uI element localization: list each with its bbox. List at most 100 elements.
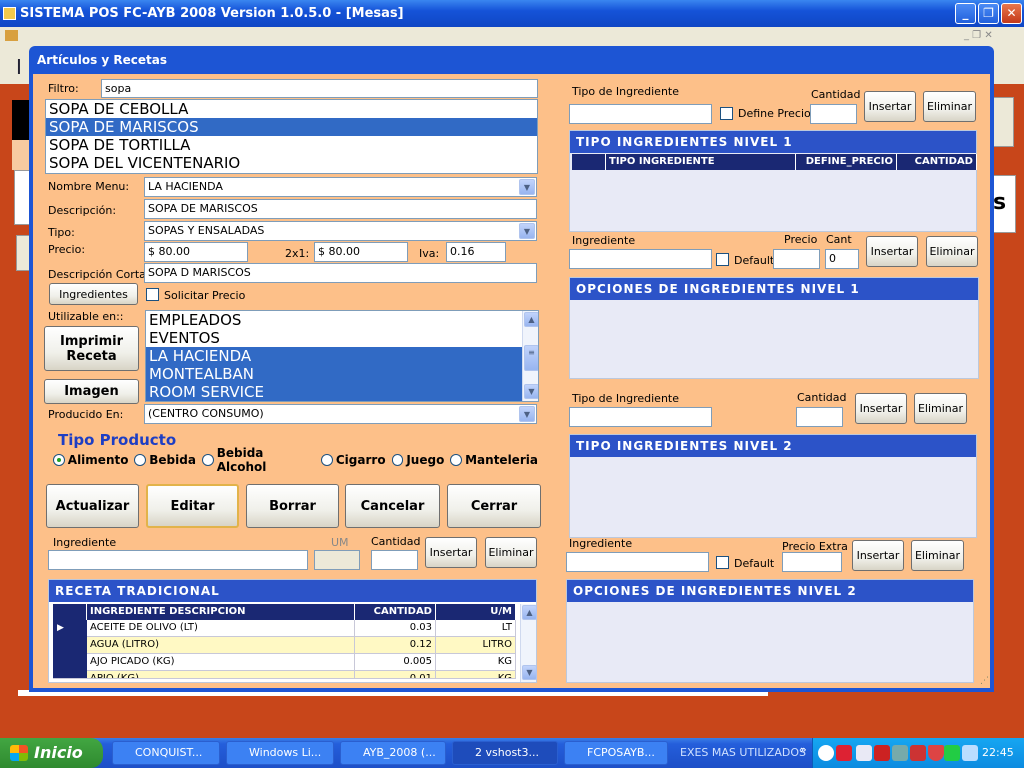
precio-extra-input[interactable] — [782, 552, 842, 572]
list-item[interactable]: SOPA DEL VICENTENARIO — [46, 154, 537, 172]
chevron-down-icon[interactable]: ▼ — [519, 179, 535, 195]
col-header[interactable]: CANTIDAD — [355, 604, 436, 620]
volume-icon[interactable] — [962, 745, 978, 761]
task-vshost[interactable]: 2 vshost3... — [452, 741, 558, 765]
tipo-combo[interactable]: SOPAS Y ENSALADAS ▼ — [144, 221, 537, 241]
monitor-icon[interactable] — [892, 745, 908, 761]
nivel1-insertar-button[interactable]: Insertar — [864, 91, 916, 122]
desc-corta-input[interactable]: SOPA D MARISCOS — [144, 263, 537, 283]
utilizable-list[interactable]: EMPLEADOS EVENTOS LA HACIENDA MONTEALBAN… — [145, 310, 539, 402]
cerrar-button[interactable]: Cerrar — [447, 484, 541, 528]
chevron-down-icon[interactable]: ▼ — [524, 384, 538, 399]
filter-results-list[interactable]: SOPA DE CEBOLLA SOPA DE MARISCOS SOPA DE… — [45, 99, 538, 174]
radio-alimento[interactable] — [53, 454, 65, 466]
cancelar-button[interactable]: Cancelar — [345, 484, 440, 528]
network-icon[interactable] — [856, 745, 872, 761]
receta-insertar-button[interactable]: Insertar — [425, 537, 477, 568]
tipo-ing2-input[interactable] — [569, 407, 712, 427]
radio-bebida[interactable] — [134, 454, 147, 466]
task-windows-live[interactable]: Windows Li... — [226, 741, 334, 765]
list-item[interactable]: SOPA DE MARISCOS — [46, 118, 537, 136]
table-row[interactable]: AGUA (LITRO) 0.12 LITRO — [53, 637, 516, 654]
list-item[interactable]: ROOM SERVICE — [146, 383, 522, 401]
opciones2-insertar-button[interactable]: Insertar — [852, 540, 904, 571]
chevron-down-icon[interactable]: ▼ — [519, 223, 535, 239]
solicitar-precio-checkbox[interactable] — [146, 288, 159, 301]
ingredientes-button[interactable]: Ingredientes — [49, 283, 138, 305]
task-conquist[interactable]: CONQUIST... — [112, 741, 220, 765]
security-icon[interactable] — [874, 745, 890, 761]
tipo-ing1-input[interactable] — [569, 104, 712, 124]
receta-eliminar-button[interactable]: Eliminar — [485, 537, 537, 568]
ingrediente1-input[interactable] — [569, 249, 712, 269]
opciones2-eliminar-button[interactable]: Eliminar — [911, 540, 964, 571]
menu-combo[interactable]: LA HACIENDA ▼ — [144, 177, 537, 197]
default2-checkbox[interactable] — [716, 556, 729, 569]
radio-manteleria[interactable] — [450, 454, 463, 466]
iva-input[interactable]: 0.16 — [446, 242, 506, 262]
default1-checkbox[interactable] — [716, 253, 729, 266]
minimize-icon[interactable]: _ — [955, 3, 976, 24]
radio-cigarro[interactable] — [321, 454, 333, 466]
table-row[interactable]: APIO (KG) 0.01 KG — [53, 671, 516, 679]
scrollbar[interactable]: ▲ ▼ — [520, 604, 537, 682]
list-item[interactable]: EVENTOS — [146, 329, 522, 347]
define-precio-checkbox[interactable] — [720, 107, 733, 120]
opciones1-eliminar-button[interactable]: Eliminar — [926, 236, 978, 267]
cantidad2-input[interactable] — [796, 407, 843, 427]
chevron-up-icon[interactable]: ▲ — [524, 312, 538, 327]
task-ayb2008[interactable]: AYB_2008 (... — [340, 741, 446, 765]
col-header[interactable]: TIPO INGREDIENTE — [606, 154, 796, 170]
nivel2-insertar-button[interactable]: Insertar — [855, 393, 907, 424]
scrollbar-thumb[interactable]: ≡ — [524, 345, 538, 371]
table-row[interactable]: AJO PICADO (KG) 0.005 KG — [53, 654, 516, 671]
adobe-icon[interactable] — [836, 745, 852, 761]
nivel1-eliminar-button[interactable]: Eliminar — [923, 91, 976, 122]
toolbar-exes-label[interactable]: EXES MAS UTILIZADOS — [680, 746, 806, 759]
producido-combo[interactable]: (CENTRO CONSUMO) ▼ — [144, 404, 537, 424]
editar-button[interactable]: Editar — [146, 484, 239, 528]
back-arrow-icon[interactable] — [818, 745, 834, 761]
precio1-input[interactable] — [773, 249, 820, 269]
mdi-controls[interactable]: _ ❐ ✕ — [964, 30, 993, 41]
borrar-button[interactable]: Borrar — [246, 484, 339, 528]
maximize-icon[interactable]: ❐ — [978, 3, 999, 24]
chevron-down-icon[interactable]: ▼ — [522, 665, 537, 680]
opciones1-insertar-button[interactable]: Insertar — [866, 236, 918, 267]
close-icon[interactable]: ✕ — [1001, 3, 1022, 24]
precio-input[interactable]: $ 80.00 — [144, 242, 248, 262]
list-item[interactable]: MONTEALBAN — [146, 365, 522, 383]
receta-cantidad-input[interactable] — [371, 550, 418, 570]
table-row[interactable]: ▶ ACEITE DE OLIVO (LT) 0.03 LT — [53, 620, 516, 637]
scrollbar[interactable]: ▲ ≡ ▼ — [522, 311, 538, 401]
chevron-right-icon[interactable]: » — [800, 743, 807, 756]
filter-input[interactable]: sopa — [101, 79, 538, 98]
task-fcposayb[interactable]: FCPOSAYB... — [564, 741, 668, 765]
ingrediente2-input[interactable] — [566, 552, 709, 572]
cantidad1-input[interactable] — [810, 104, 857, 124]
imagen-button[interactable]: Imagen — [44, 379, 139, 404]
list-item[interactable]: LA HACIENDA — [146, 347, 522, 365]
actualizar-button[interactable]: Actualizar — [46, 484, 139, 528]
mesa-tile[interactable]: s — [992, 175, 1016, 233]
alert-icon[interactable] — [910, 745, 926, 761]
wifi-icon[interactable] — [944, 745, 960, 761]
list-item[interactable]: SOPA DE CEBOLLA — [46, 100, 537, 118]
radio-juego[interactable] — [391, 454, 404, 466]
col-header[interactable]: INGREDIENTE DESCRIPCION — [87, 604, 355, 620]
imprimir-receta-button[interactable]: Imprimir Receta — [44, 326, 139, 371]
desc-input[interactable]: SOPA DE MARISCOS — [144, 199, 537, 219]
nivel2-eliminar-button[interactable]: Eliminar — [914, 393, 967, 424]
dosx1-input[interactable]: $ 80.00 — [314, 242, 408, 262]
list-item[interactable]: EMPLEADOS — [146, 311, 522, 329]
shield-icon[interactable] — [928, 745, 944, 761]
col-header[interactable]: CANTIDAD — [897, 154, 977, 170]
col-header[interactable]: DEFINE_PRECIO — [796, 154, 897, 170]
mesa-tile[interactable] — [992, 97, 1014, 147]
cant1-input[interactable]: 0 — [825, 249, 859, 269]
radio-bebida-alcohol[interactable] — [201, 454, 214, 466]
col-header[interactable]: U/M — [436, 604, 516, 620]
chevron-down-icon[interactable]: ▼ — [519, 406, 535, 422]
receta-ingrediente-input[interactable] — [48, 550, 308, 570]
resize-grip-icon[interactable]: ⋰ — [980, 676, 989, 686]
